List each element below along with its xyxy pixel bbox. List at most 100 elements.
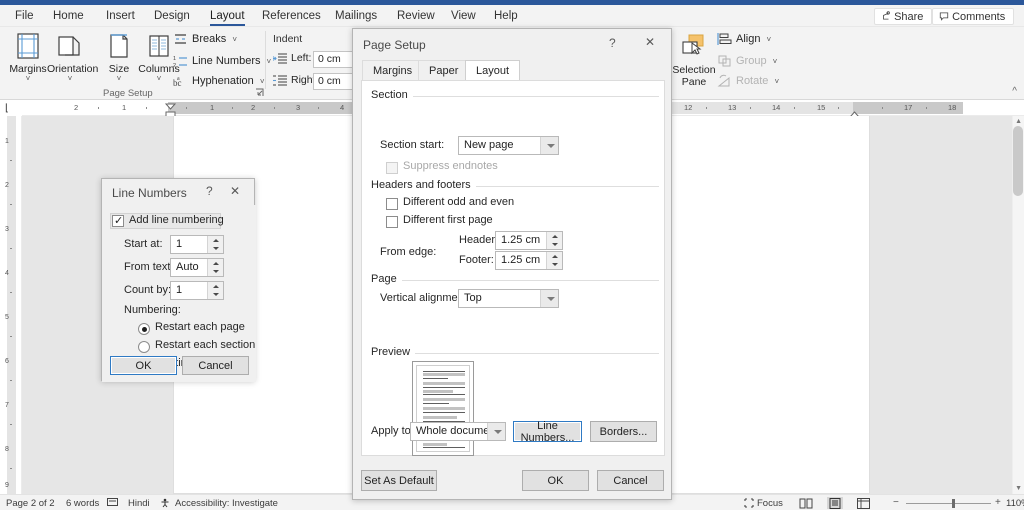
- focus-mode-icon[interactable]: [744, 498, 754, 511]
- different-odd-even-checkbox[interactable]: [386, 198, 398, 210]
- print-layout-icon[interactable]: [827, 497, 843, 509]
- align-button[interactable]: Align ˅: [716, 31, 771, 47]
- zoom-level-label[interactable]: 110%: [1006, 498, 1024, 509]
- chevron-down-icon[interactable]: [540, 290, 558, 307]
- tab-references[interactable]: References: [255, 7, 328, 26]
- scroll-up-icon[interactable]: ▲: [1015, 118, 1022, 125]
- web-layout-icon[interactable]: [856, 497, 872, 509]
- tab-review[interactable]: Review: [390, 7, 442, 26]
- close-icon[interactable]: ✕: [645, 35, 655, 49]
- proofing-errors-icon[interactable]: [107, 498, 118, 510]
- from-text-spinner[interactable]: Auto: [170, 258, 224, 277]
- share-button[interactable]: Share: [874, 8, 933, 25]
- tab-layout[interactable]: Layout: [465, 60, 521, 81]
- chevron-down-icon[interactable]: [540, 137, 558, 154]
- breaks-button[interactable]: Breaks ˅: [172, 31, 237, 47]
- selection-pane-button[interactable]: Selection Pane: [672, 30, 716, 88]
- chevron-down-icon[interactable]: ˅: [260, 77, 265, 86]
- read-mode-icon[interactable]: [798, 497, 814, 509]
- spinner-arrows-icon[interactable]: [546, 252, 562, 269]
- footer-distance-spinner[interactable]: 1.25 cm: [495, 251, 563, 270]
- start-at-spinner[interactable]: 1: [170, 235, 224, 254]
- spinner-arrows-icon[interactable]: [207, 236, 223, 253]
- borders-button[interactable]: Borders...: [590, 421, 657, 442]
- chevron-down-icon[interactable]: ˅: [267, 57, 272, 66]
- page-setup-dialog-launcher[interactable]: [254, 87, 264, 97]
- line-numbers-icon: 1 2: [173, 54, 188, 69]
- indent-left-icon: [272, 52, 288, 69]
- borders-button-label: Borders...: [599, 425, 648, 438]
- different-first-page-checkbox[interactable]: [386, 216, 398, 228]
- tab-mailings[interactable]: Mailings: [328, 7, 384, 26]
- vruler-tick: 2: [5, 182, 9, 189]
- margins-button[interactable]: Margins ˅: [5, 29, 51, 83]
- tab-margins[interactable]: Margins: [362, 60, 424, 80]
- set-as-default-button[interactable]: Set As Default: [361, 470, 437, 491]
- chevron-down-icon[interactable]: ˅: [5, 74, 51, 84]
- start-at-label: Start at:: [124, 238, 163, 250]
- line-numbers-cancel-button[interactable]: Cancel: [182, 356, 249, 375]
- vertical-alignment-combo[interactable]: Top: [458, 289, 559, 308]
- set-as-default-label: Set As Default: [364, 474, 434, 487]
- zoom-in-icon[interactable]: +: [995, 497, 1001, 508]
- restart-each-section-radio[interactable]: [138, 341, 150, 353]
- tab-insert[interactable]: Insert: [99, 7, 142, 26]
- status-accessibility-text[interactable]: Accessibility: Investigate: [175, 498, 278, 509]
- hyphenation-button[interactable]: bc a Hyphenation ˅: [172, 73, 265, 89]
- scrollbar-thumb[interactable]: [1013, 126, 1023, 196]
- tab-view[interactable]: View: [444, 7, 483, 26]
- close-icon[interactable]: ✕: [230, 184, 240, 198]
- vertical-ruler[interactable]: 1 2 3 4 5 6 7 8 9: [0, 116, 22, 494]
- status-word-count[interactable]: 6 words: [66, 498, 99, 509]
- tab-layout[interactable]: Layout: [203, 7, 252, 26]
- status-focus-label[interactable]: Focus: [757, 498, 783, 509]
- tab-home[interactable]: Home: [46, 7, 91, 26]
- orientation-label: Orientation: [47, 63, 99, 75]
- orientation-button[interactable]: Orientation ˅: [47, 29, 98, 84]
- add-line-numbering-checkbox[interactable]: [112, 214, 124, 227]
- line-numbers-button[interactable]: 1 2 Line Numbers ˅: [172, 53, 271, 69]
- apply-to-combo[interactable]: Whole document: [410, 422, 506, 441]
- dialog-launcher-icon: [256, 88, 264, 96]
- tab-file[interactable]: File: [8, 7, 41, 26]
- scroll-down-icon[interactable]: ▼: [1015, 485, 1022, 492]
- selection-pane-label-line2: Pane: [681, 75, 707, 88]
- header-distance-spinner[interactable]: 1.25 cm: [495, 231, 563, 250]
- accessibility-icon[interactable]: [160, 498, 170, 511]
- page-setup-ok-button[interactable]: OK: [522, 470, 589, 491]
- collapse-ribbon-button[interactable]: ^: [1012, 86, 1017, 97]
- status-language[interactable]: Hindi: [128, 498, 150, 509]
- status-page-indicator[interactable]: Page 2 of 2: [6, 498, 55, 509]
- tab-design[interactable]: Design: [147, 7, 197, 26]
- spinner-arrows-icon[interactable]: [207, 259, 223, 276]
- count-by-spinner[interactable]: 1: [170, 281, 224, 300]
- rotate-icon: [717, 74, 732, 88]
- page-setup-tabstrip: Margins Paper Layout: [354, 60, 672, 81]
- tab-stop-left-icon[interactable]: ⌊: [5, 103, 9, 114]
- comments-button[interactable]: Comments: [932, 8, 1015, 25]
- zoom-slider-track[interactable]: [906, 503, 991, 504]
- zoom-slider-thumb[interactable]: [952, 499, 955, 508]
- page-setup-cancel-button[interactable]: Cancel: [597, 470, 664, 491]
- ruler-tick: 1: [122, 103, 127, 112]
- spinner-arrows-icon[interactable]: [207, 282, 223, 299]
- chevron-down-icon[interactable]: ˅: [47, 74, 93, 84]
- chevron-down-icon[interactable]: ˅: [767, 35, 772, 44]
- section-start-combo[interactable]: New page: [458, 136, 559, 155]
- preview-thumbnail: [412, 361, 474, 456]
- restart-each-page-radio[interactable]: [138, 323, 150, 335]
- line-numbers-dialog[interactable]: Line Numbers ? ✕ Add line numbering Star…: [101, 178, 256, 382]
- line-numbers-dialog-button[interactable]: Line Numbers...: [513, 420, 582, 444]
- help-question-icon[interactable]: ?: [609, 36, 616, 50]
- spinner-arrows-icon[interactable]: [546, 232, 562, 249]
- zoom-out-icon[interactable]: −: [893, 497, 899, 508]
- help-question-icon[interactable]: ?: [206, 184, 213, 198]
- tab-paper[interactable]: Paper: [418, 60, 470, 80]
- suppress-endnotes-checkbox[interactable]: [386, 162, 398, 174]
- page-setup-dialog[interactable]: Page Setup ? ✕ Margins Paper Layout Sect…: [352, 28, 672, 500]
- tab-help[interactable]: Help: [487, 7, 525, 26]
- line-numbers-ok-button[interactable]: OK: [110, 356, 177, 375]
- chevron-down-icon[interactable]: ˅: [232, 35, 237, 44]
- vruler-tick: 8: [5, 446, 9, 453]
- chevron-down-icon[interactable]: [487, 423, 505, 440]
